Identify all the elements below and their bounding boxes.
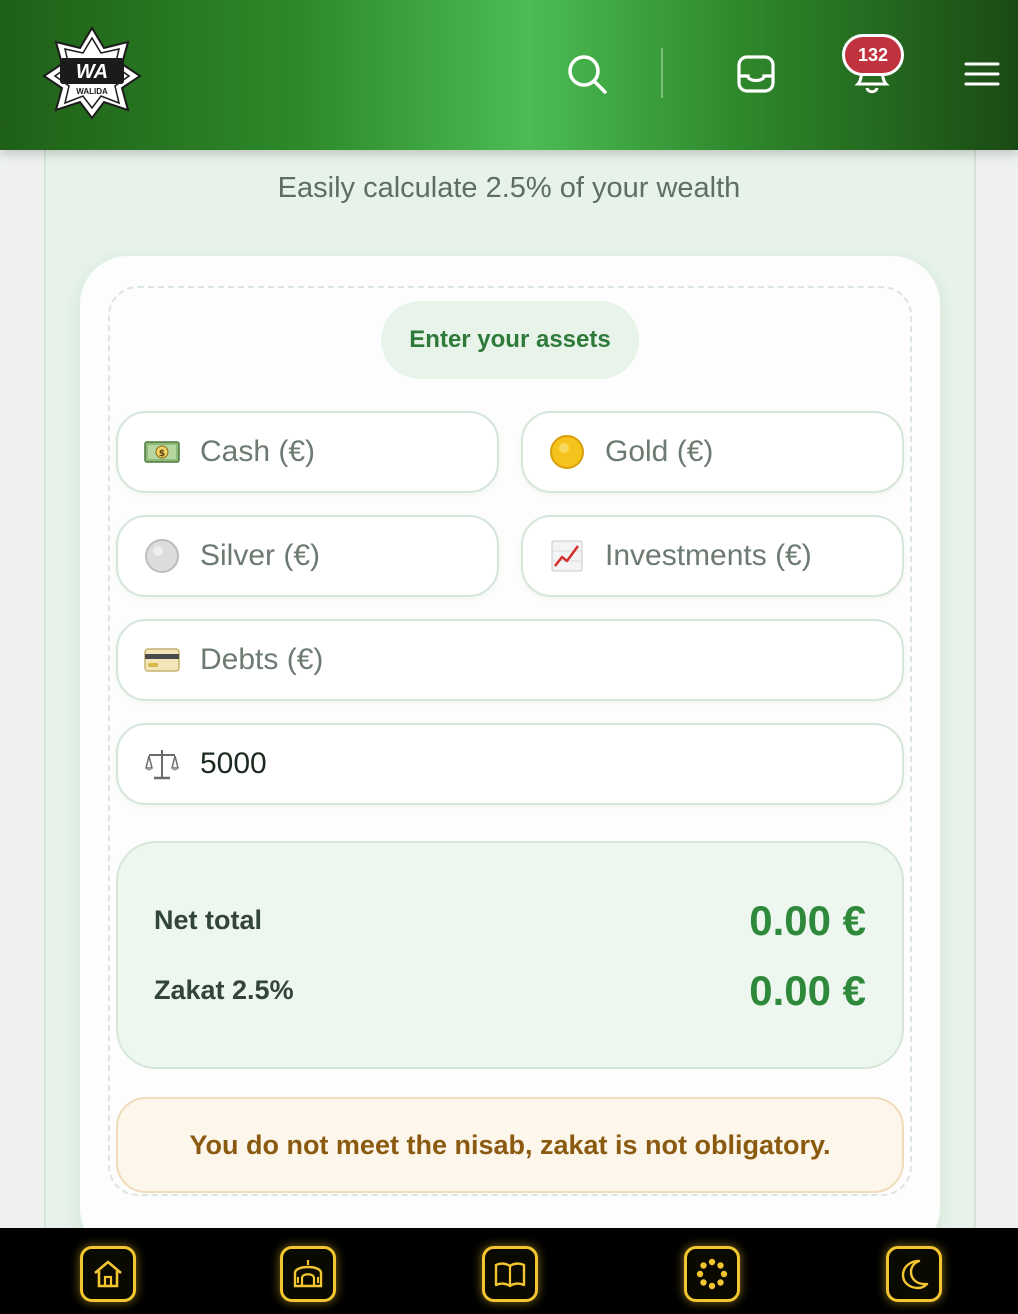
section-title-pill: Enter your assets — [381, 301, 639, 379]
nav-home-button[interactable] — [80, 1246, 136, 1302]
page-subtitle: Easily calculate 2.5% of your wealth — [277, 172, 741, 204]
search-button[interactable] — [563, 50, 611, 98]
hamburger-menu-icon — [964, 62, 1000, 86]
investments-placeholder: Investments (€) — [605, 539, 812, 572]
silver-coin-icon — [142, 536, 182, 576]
nav-tasbih-button[interactable] — [684, 1246, 740, 1302]
nav-quran-button[interactable] — [482, 1246, 538, 1302]
home-icon — [94, 1260, 122, 1288]
crescent-moon-icon — [901, 1259, 929, 1290]
logo-star-icon: WA WALIDA — [42, 26, 142, 120]
nisab-value: 5000 — [200, 747, 267, 780]
cash-input[interactable]: $ Cash (€) — [116, 411, 499, 493]
nav-prayer-times-button[interactable] — [886, 1246, 942, 1302]
top-header: WA WALIDA 132 — [0, 0, 1018, 150]
svg-text:WA: WA — [76, 61, 108, 83]
zakat-label: Zakat 2.5% — [154, 975, 294, 1005]
net-total-value: 0.00 € — [749, 897, 866, 944]
scales-icon — [142, 744, 182, 784]
zakat-value: 0.00 € — [749, 967, 866, 1014]
book-icon — [494, 1262, 526, 1288]
nav-mosque-button[interactable] — [280, 1246, 336, 1302]
menu-button[interactable] — [962, 58, 1002, 90]
silver-input[interactable]: Silver (€) — [116, 515, 499, 597]
debts-input[interactable]: Debts (€) — [116, 619, 904, 701]
svg-text:WALIDA: WALIDA — [76, 87, 108, 96]
debts-placeholder: Debts (€) — [200, 643, 324, 676]
svg-text:$: $ — [159, 449, 165, 459]
cash-placeholder: Cash (€) — [200, 435, 316, 468]
nisab-warning: You do not meet the nisab, zakat is not … — [116, 1097, 904, 1193]
results-box: Net total 0.00 € Zakat 2.5% 0.00 € — [116, 841, 904, 1069]
search-icon — [568, 55, 607, 94]
nisab-input[interactable]: 5000 — [116, 723, 904, 805]
zakat-calculator-page: WA WALIDA 132 Easily calculate 2.5% of y… — [0, 0, 1018, 1314]
walida-logo[interactable]: WA WALIDA — [42, 26, 142, 120]
inbox-button[interactable] — [734, 52, 778, 96]
gold-coin-icon — [547, 432, 587, 472]
net-total-label: Net total — [154, 905, 262, 935]
mosque-icon — [293, 1260, 323, 1288]
gold-input[interactable]: Gold (€) — [521, 411, 904, 493]
bottom-nav — [0, 1228, 1018, 1314]
gold-placeholder: Gold (€) — [605, 435, 714, 468]
silver-placeholder: Silver (€) — [200, 539, 321, 572]
money-icon: $ — [142, 432, 182, 472]
investments-input[interactable]: Investments (€) — [521, 515, 904, 597]
chart-up-icon — [547, 536, 587, 576]
notification-badge: 132 — [842, 34, 904, 76]
credit-card-icon — [142, 640, 182, 680]
prayer-beads-icon — [696, 1258, 728, 1290]
inbox-icon — [737, 55, 775, 93]
header-divider — [661, 48, 663, 98]
